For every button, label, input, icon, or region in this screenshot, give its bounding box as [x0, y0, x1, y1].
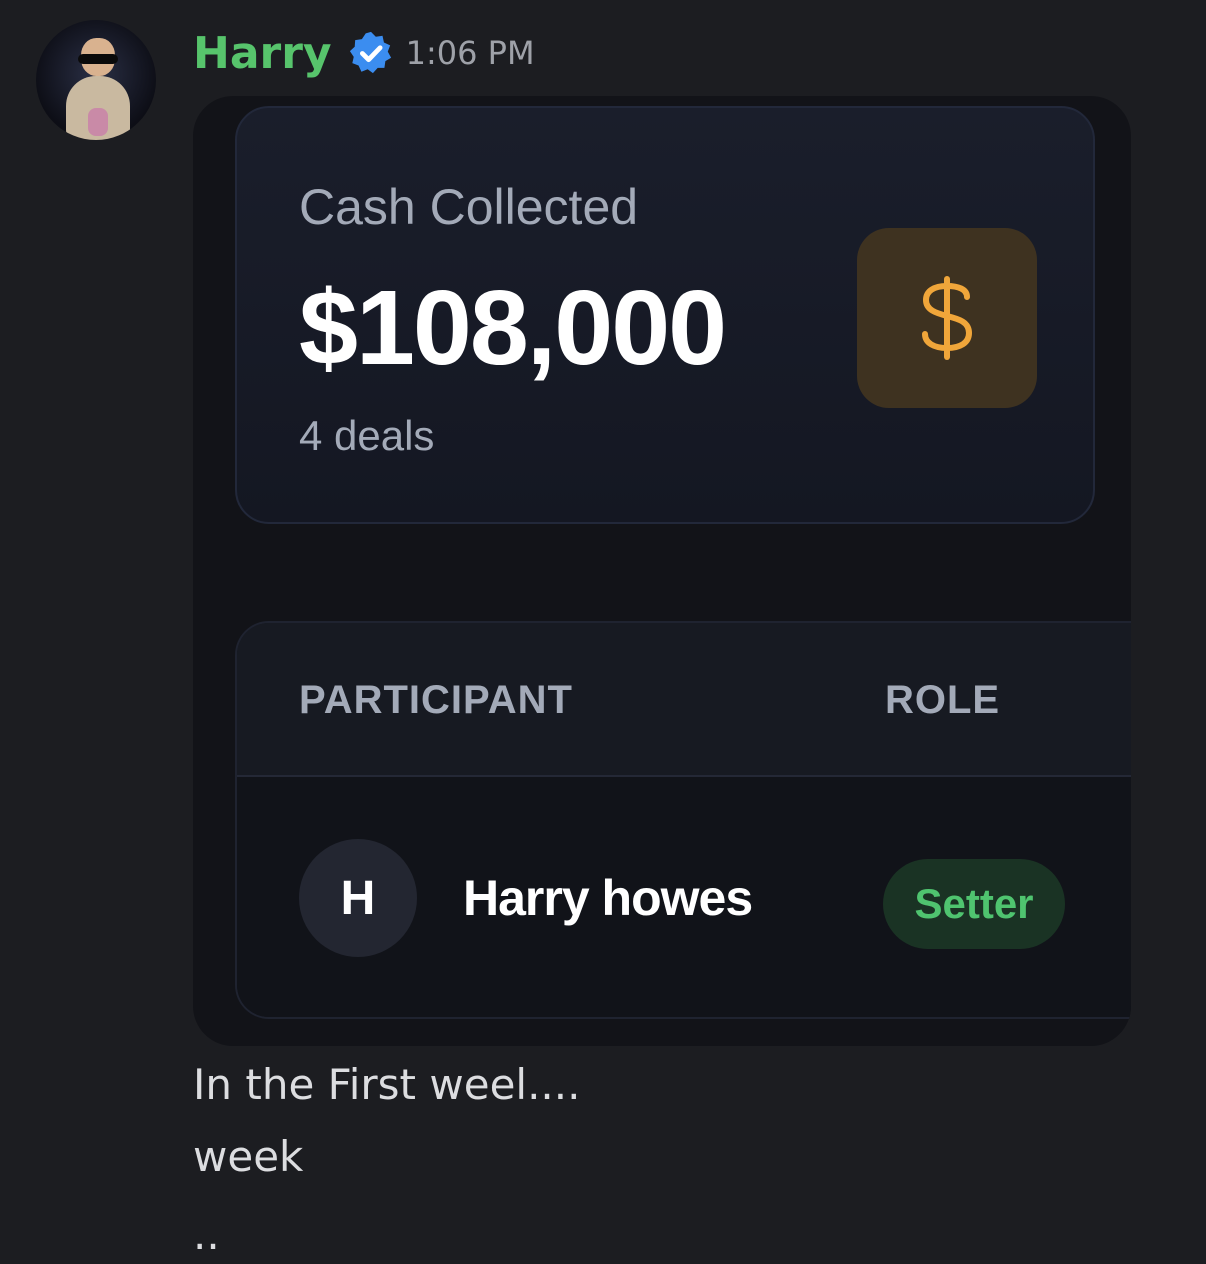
verified-badge-icon: [349, 31, 391, 74]
participants-table: PARTICIPANT ROLE H Harry howes Setter: [235, 621, 1131, 1019]
table-row: H Harry howes Setter: [237, 777, 1131, 1017]
user-avatar[interactable]: [36, 20, 156, 140]
chat-message: Harry 1:06 PM Cash Collected $108,000 4 …: [0, 0, 1206, 1264]
dollar-icon-tile: [857, 228, 1037, 408]
column-header-participant: PARTICIPANT: [299, 678, 573, 722]
author-name[interactable]: Harry: [193, 28, 332, 79]
table-header: PARTICIPANT ROLE: [237, 623, 1131, 777]
avatar-bottle: [88, 108, 108, 136]
participant-initial-avatar: H: [299, 839, 417, 957]
message-text-line: In the First weel....: [193, 1060, 581, 1109]
avatar-sunglasses: [78, 54, 118, 64]
message-timestamp: 1:06 PM: [405, 34, 535, 72]
participant-name: Harry howes: [463, 870, 753, 926]
stat-subtext: 4 deals: [299, 412, 435, 459]
message-header: Harry 1:06 PM: [193, 26, 535, 80]
message-text-line: week: [193, 1132, 304, 1181]
column-header-role: ROLE: [885, 678, 1001, 722]
image-embed[interactable]: Cash Collected $108,000 4 deals PARTICIP…: [193, 96, 1131, 1046]
role-badge: Setter: [883, 859, 1065, 949]
message-text-line: ..: [193, 1210, 220, 1259]
dollar-sign-icon: [922, 276, 973, 360]
stat-value: $108,000: [299, 269, 727, 387]
stat-label: Cash Collected: [299, 179, 639, 235]
cash-collected-card: Cash Collected $108,000 4 deals: [235, 106, 1095, 524]
